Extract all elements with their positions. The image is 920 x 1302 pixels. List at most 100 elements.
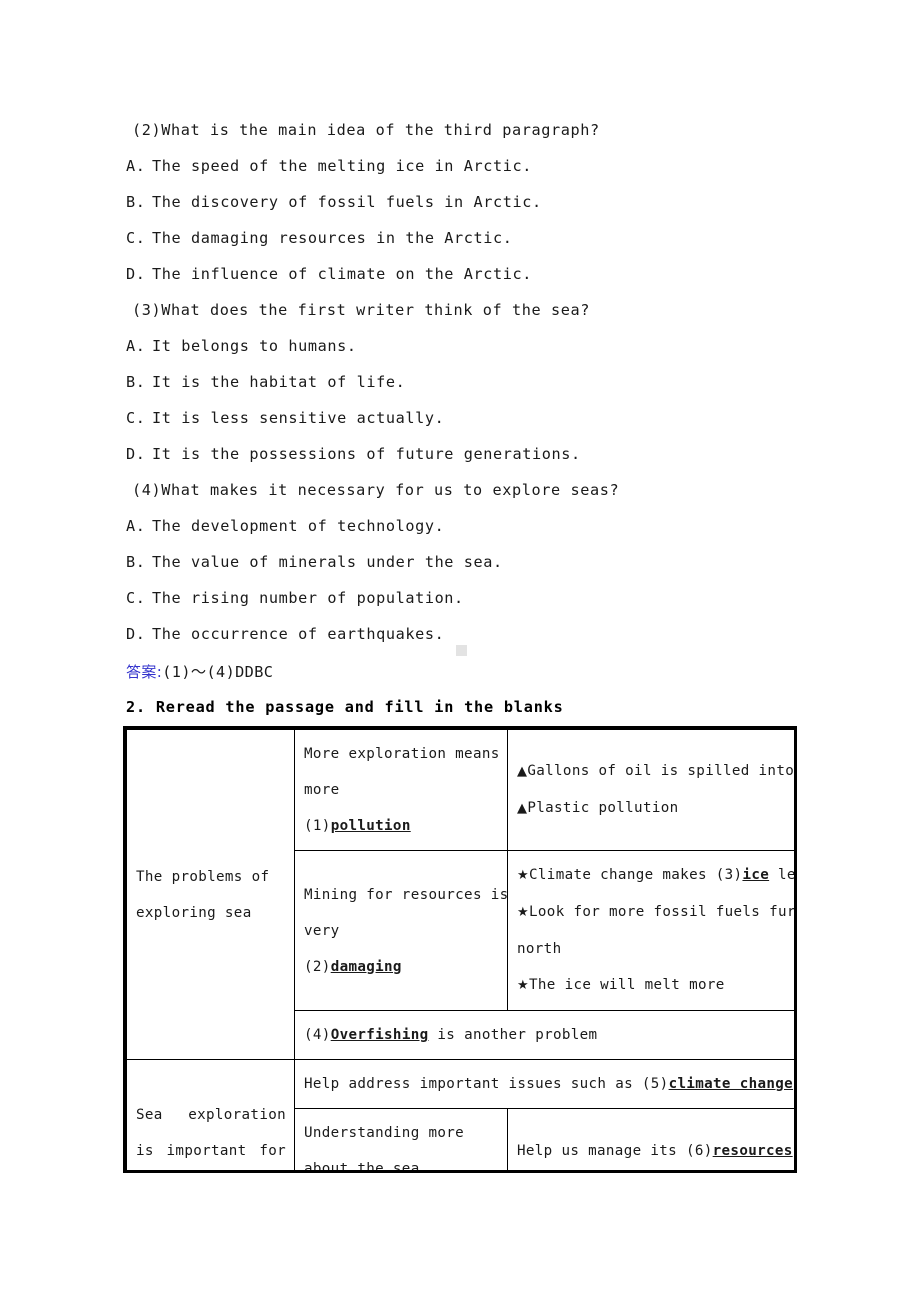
option-text: The rising number of population. — [152, 589, 464, 607]
option-row[interactable]: A. It belongs to humans. — [126, 328, 806, 364]
cell-r5-middle: Understanding more about the sea — [294, 1108, 508, 1173]
option-letter: B. — [126, 373, 146, 391]
watermark-speck — [456, 645, 467, 656]
r5-detail-line: Help us manage its (6)resources better — [517, 1133, 794, 1169]
question-stem: (4)What makes it necessary for us to exp… — [126, 472, 806, 508]
question-stem: (2)What is the main idea of the third pa… — [126, 112, 806, 148]
option-letter: D. — [126, 265, 146, 283]
triangle-bullet-icon: ▲ — [517, 801, 528, 816]
r1-mid-line-1: More exploration means — [304, 746, 500, 762]
cell-r1-middle: More exploration means more (1)pollution — [294, 729, 508, 851]
question-block: (2)What is the main idea of the third pa… — [126, 112, 806, 652]
option-row[interactable]: D. The influence of climate on the Arctic… — [126, 256, 806, 292]
question-text: What does the first writer think of the … — [161, 301, 590, 319]
r2-detail-line-1: ★Climate change makes (3)ice less — [517, 857, 794, 894]
option-row[interactable]: A. The speed of the melting ice in Arctic… — [126, 148, 806, 184]
option-letter: D. — [126, 625, 146, 643]
blank-answer-4: Overfishing — [330, 1027, 429, 1043]
r2-detail-line-2: ★Look for more fossil fuels further — [517, 894, 796, 931]
option-letter: A. — [126, 517, 146, 535]
option-row[interactable]: C. It is less sensitive actually. — [126, 400, 806, 436]
help-address-text: Help address important issues such as — [304, 1076, 642, 1092]
r2-mid-line-1: Mining for resources is — [304, 886, 509, 903]
question-text: What is the main idea of the third parag… — [161, 121, 600, 139]
r2-detail-line-4: ★The ice will melt more — [517, 967, 794, 1004]
table-row: The problems of exploring sea More explo… — [126, 729, 795, 1060]
option-row[interactable]: A. The development of technology. — [126, 508, 806, 544]
option-text: The value of minerals under the sea. — [152, 553, 503, 571]
cell-r5-detail: Help us manage its (6)resources better — [507, 1108, 794, 1170]
blank-answer-2: damaging — [330, 958, 402, 975]
r2-detail-text-2: Look for more fossil fuels further — [529, 904, 796, 920]
question-number: (3) — [132, 301, 162, 319]
blank-number: (5) — [641, 1076, 669, 1092]
cell-r2-middle: Mining for resources is very (2)damaging — [294, 850, 509, 1011]
r1-detail-line-2: ▲Plastic pollution — [517, 790, 794, 827]
option-text: The discovery of fossil fuels in Arctic. — [152, 193, 542, 211]
star-bullet-icon: ★ — [517, 978, 530, 993]
cell-r2-detail: ★Climate change makes (3)ice less ★Look … — [507, 850, 796, 1011]
blank-number: (6) — [685, 1143, 713, 1159]
answer-label: 答案: — [126, 663, 163, 681]
question-number: (2) — [132, 121, 162, 139]
r5-mid-line-1: Understanding more — [304, 1125, 465, 1141]
cell-category-problems: The problems of exploring sea — [126, 729, 295, 1060]
option-row[interactable]: D. It is the possessions of future genera… — [126, 436, 806, 472]
option-text: The development of technology. — [152, 517, 445, 535]
category-line-1: The problems of — [136, 868, 270, 885]
option-letter: D. — [126, 445, 146, 463]
option-text: It belongs to humans. — [152, 337, 357, 355]
star-bullet-icon: ★ — [517, 905, 530, 920]
fill-in-blanks-table: The problems of exploring sea More explo… — [123, 726, 797, 1173]
r1-detail-line-1: ▲Gallons of oil is spilled into the sea — [517, 753, 795, 790]
r1-detail-text-1: Gallons of oil is spilled into the sea — [527, 763, 795, 779]
option-text: The influence of climate on the Arctic. — [152, 265, 533, 283]
cell-r1-detail: ▲Gallons of oil is spilled into the sea … — [507, 729, 795, 851]
option-letter: C. — [126, 409, 146, 427]
option-text: It is less sensitive actually. — [152, 409, 445, 427]
option-row[interactable]: B. It is the habitat of life. — [126, 364, 806, 400]
table-grid: The problems of exploring sea More explo… — [126, 729, 796, 1173]
option-row[interactable]: C. The damaging resources in the Arctic. — [126, 220, 806, 256]
blank-number: (3) — [715, 867, 743, 883]
r5-mid-line-2: about the sea — [304, 1161, 420, 1173]
section-heading: 2. Reread the passage and fill in the bl… — [126, 698, 564, 716]
question-number: (4) — [132, 481, 162, 499]
cell-help-address: Help address important issues such as (5… — [294, 1059, 794, 1109]
question-text: What makes it necessary for us to explor… — [161, 481, 620, 499]
blank-answer-5: climate change — [668, 1076, 794, 1092]
option-row[interactable]: B. The discovery of fossil fuels in Arcti… — [126, 184, 806, 220]
answer-value: (1)～(4)DDBC — [162, 663, 274, 681]
r1-mid-blank-line: (1)pollution — [304, 808, 499, 844]
cell-category-importance: Sea exploration is important for our fut… — [126, 1059, 295, 1170]
table-row: Sea exploration is important for our fut… — [126, 1059, 794, 1170]
cell-overfishing: (4)Overfishing is another problem — [294, 1010, 794, 1060]
option-letter: B. — [126, 193, 146, 211]
option-letter: B. — [126, 553, 146, 571]
option-letter: A. — [126, 157, 146, 175]
r2-detail-line-3: north — [517, 941, 562, 957]
blank-number: (4) — [304, 1027, 331, 1043]
option-letter: C. — [126, 589, 146, 607]
option-letter: C. — [126, 229, 146, 247]
category2-line-2: is important for — [136, 1143, 286, 1159]
option-letter: A. — [126, 337, 146, 355]
r1-detail-text-2: Plastic pollution — [527, 800, 679, 816]
overfishing-line: (4)Overfishing is another problem — [304, 1017, 794, 1053]
option-text: The speed of the melting ice in Arctic. — [152, 157, 533, 175]
option-text: The occurrence of earthquakes. — [152, 625, 445, 643]
star-bullet-icon: ★ — [517, 868, 530, 883]
option-row[interactable]: C. The rising number of population. — [126, 580, 806, 616]
r5-detail-pre: Help us manage its — [517, 1143, 686, 1159]
r5-detail-post: better — [793, 1143, 794, 1159]
category2-line-3: our future. — [136, 1169, 286, 1170]
option-row[interactable]: B. The value of minerals under the sea. — [126, 544, 806, 580]
option-text: It is the habitat of life. — [152, 373, 406, 391]
option-text: The damaging resources in the Arctic. — [152, 229, 513, 247]
r2-detail-text-4: The ice will melt more — [529, 977, 725, 993]
r1-mid-line-2: more — [304, 782, 340, 798]
r2-mid-line-2: very — [304, 922, 340, 939]
blank-answer-1: pollution — [330, 818, 411, 834]
overfishing-text: is another problem — [428, 1027, 598, 1043]
r2-detail-pre: Climate change makes — [529, 867, 716, 883]
